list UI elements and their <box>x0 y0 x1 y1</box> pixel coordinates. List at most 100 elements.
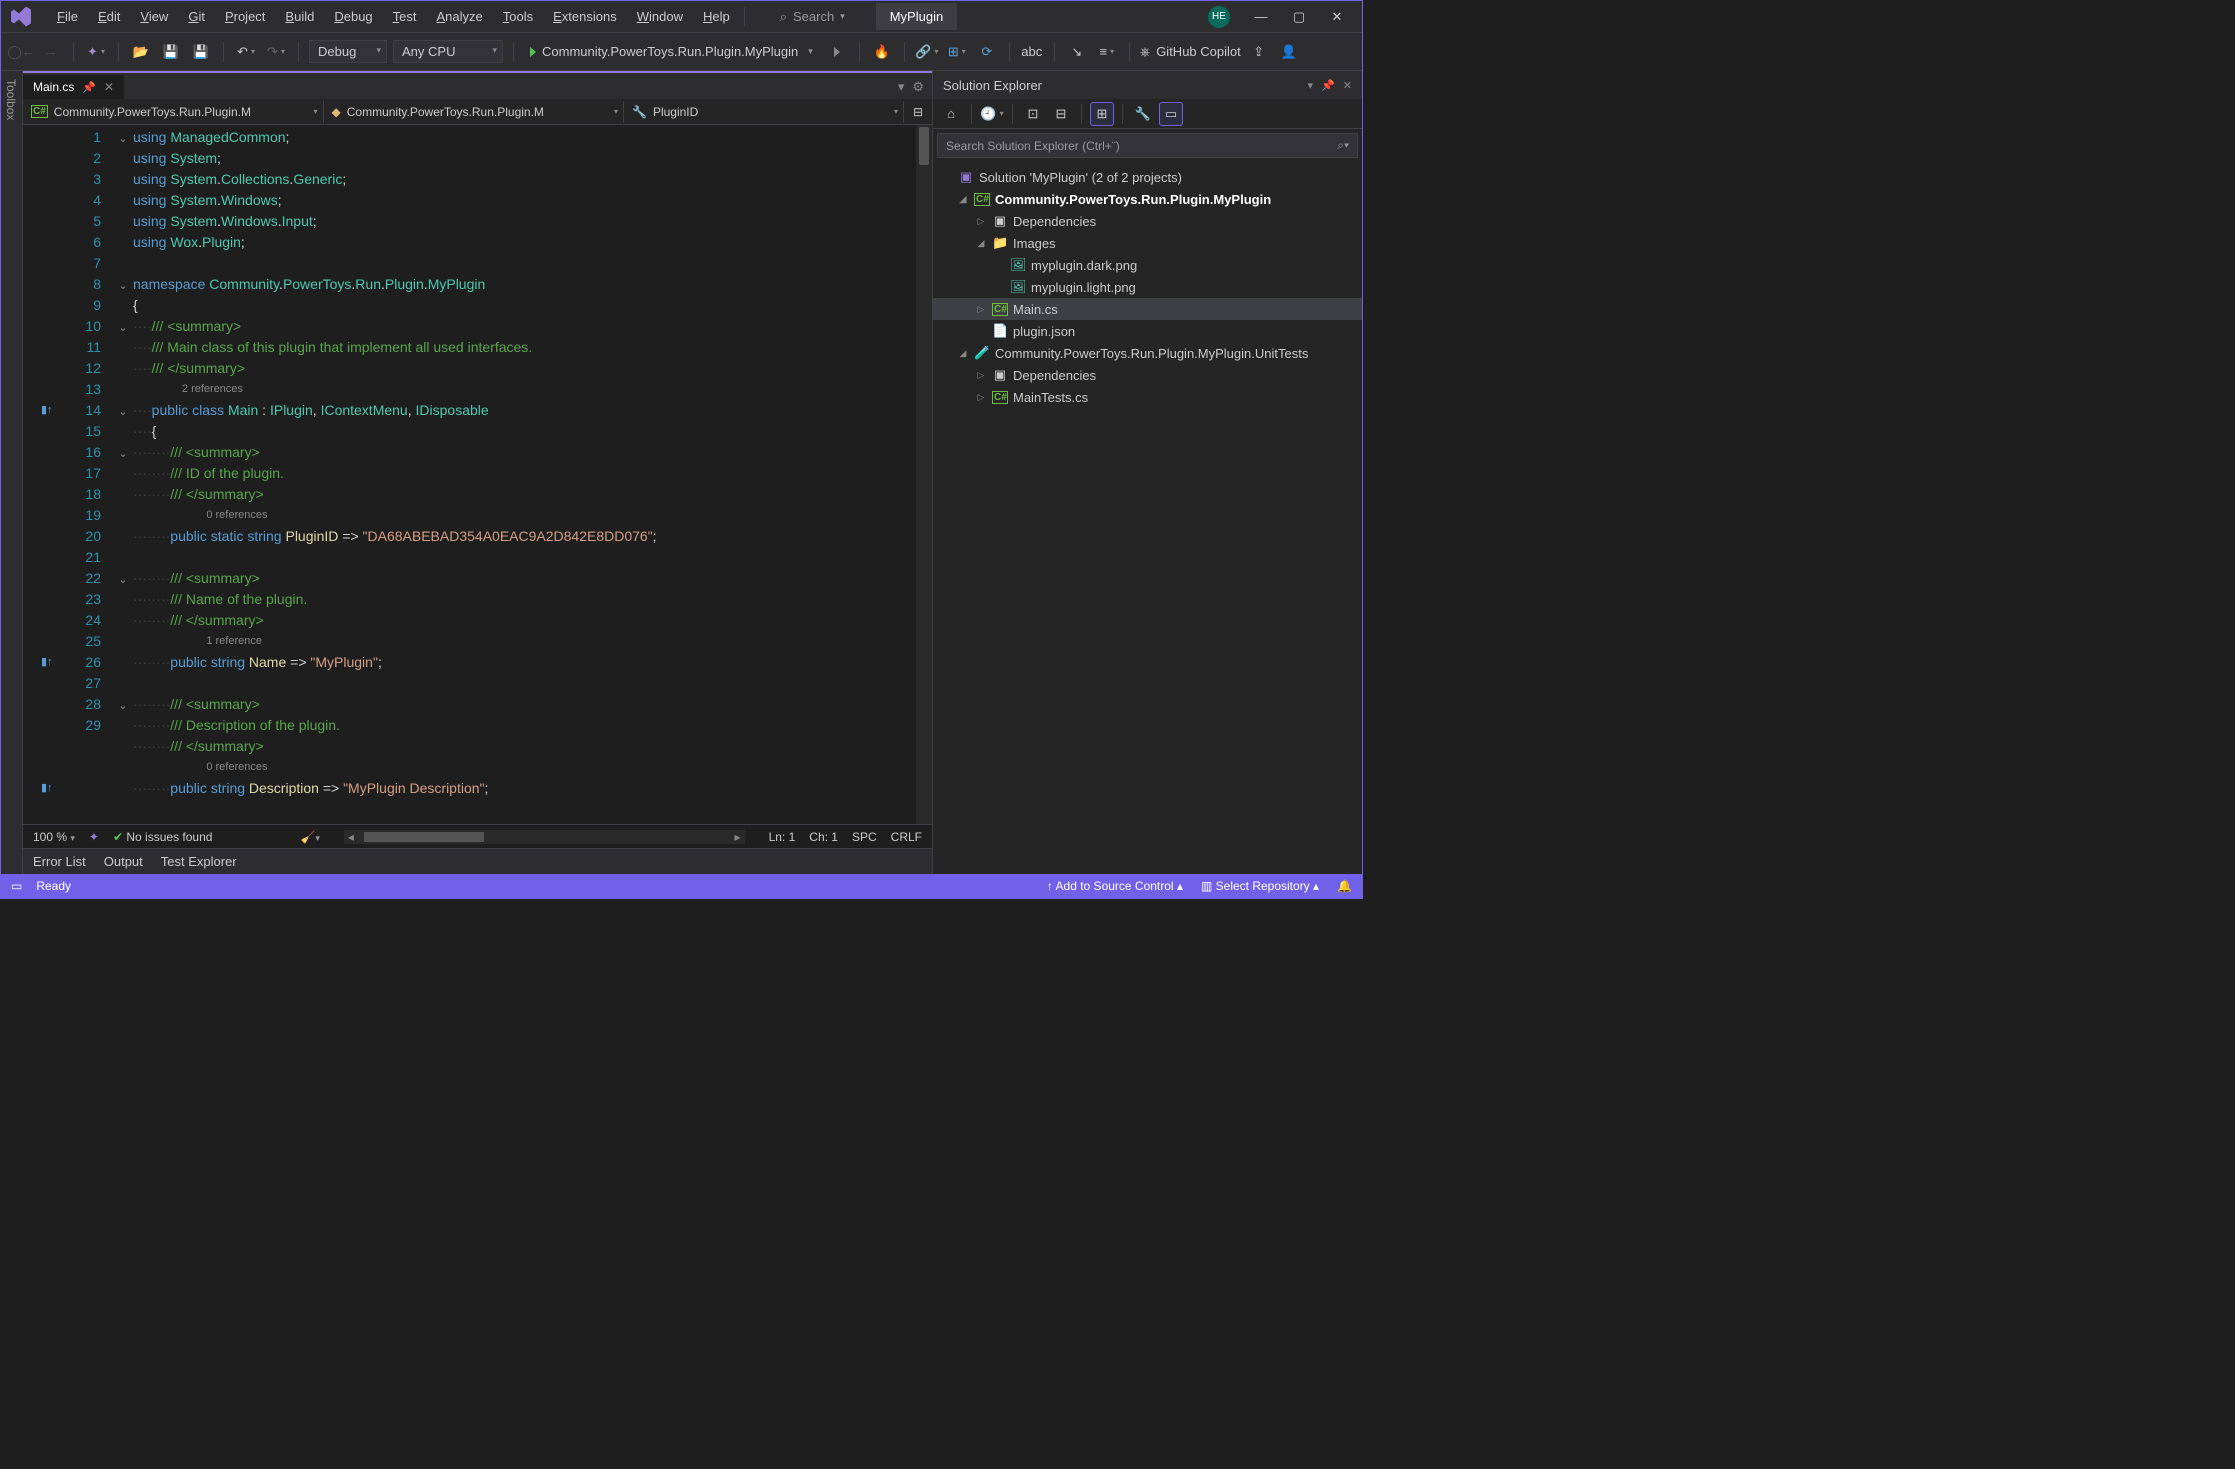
redo-button[interactable]: ↷ <box>264 40 288 64</box>
menu-file[interactable]: File <box>47 4 88 29</box>
vertical-scrollbar[interactable] <box>916 125 932 824</box>
image-light-node[interactable]: 🖼myplugin.light.png <box>933 276 1362 298</box>
collapse-icon[interactable]: ⊟ <box>1049 102 1073 126</box>
open-button[interactable]: 📂 <box>129 40 153 64</box>
hot-reload-button[interactable]: 🔥 <box>870 40 894 64</box>
bottom-tab-error-list[interactable]: Error List <box>33 854 86 869</box>
spelling-button[interactable]: abc <box>1020 40 1044 64</box>
menu-view[interactable]: View <box>130 4 178 29</box>
menu-build[interactable]: Build <box>275 4 324 29</box>
plugin-json-node[interactable]: 📄plugin.json <box>933 320 1362 342</box>
web-dev-button[interactable]: ⊞ <box>945 40 969 64</box>
new-item-button[interactable]: ✦ <box>84 40 108 64</box>
select-repo-button[interactable]: ▥ Select Repository ▴ <box>1201 879 1319 893</box>
nav-back-button[interactable]: ◯← <box>9 40 33 64</box>
images-folder-node[interactable]: ◢📁Images <box>933 232 1362 254</box>
menu-analyze[interactable]: Analyze <box>427 4 493 29</box>
intellicode-icon[interactable]: ✦ <box>89 830 99 844</box>
bottom-tab-test-explorer[interactable]: Test Explorer <box>161 854 237 869</box>
pane-dropdown-icon[interactable]: ▾ <box>1308 79 1314 92</box>
cursor-line: Ln: 1 <box>769 830 796 844</box>
menu-extensions[interactable]: Extensions <box>543 4 627 29</box>
code-navbar: C#Community.PowerToys.Run.Plugin.M ◆Comm… <box>23 99 932 125</box>
preview-icon[interactable]: ▭ <box>1159 102 1183 126</box>
zoom-dropdown[interactable]: 100 % ▾ <box>33 830 75 844</box>
image-dark-node[interactable]: 🖼myplugin.dark.png <box>933 254 1362 276</box>
tab-settings-icon[interactable]: ⚙ <box>912 79 924 95</box>
start-nodebug-button[interactable] <box>825 40 849 64</box>
project-node-2[interactable]: ◢🧪Community.PowerToys.Run.Plugin.MyPlugi… <box>933 342 1362 364</box>
bottom-tab-output[interactable]: Output <box>104 854 143 869</box>
nav-namespace-dropdown[interactable]: C#Community.PowerToys.Run.Plugin.M <box>23 101 324 123</box>
menu-debug[interactable]: Debug <box>324 4 382 29</box>
split-editor-icon[interactable]: ⊟ <box>904 100 932 124</box>
history-icon[interactable]: 🕘 <box>980 102 1004 126</box>
maintests-node[interactable]: ▷C#MainTests.cs <box>933 386 1362 408</box>
nav-forward-button[interactable]: → <box>39 40 63 64</box>
plugin-context-tab[interactable]: MyPlugin <box>876 3 957 30</box>
menu-window[interactable]: Window <box>627 4 693 29</box>
copilot-button[interactable]: ⎈GitHub Copilot <box>1140 44 1241 60</box>
menu-git[interactable]: Git <box>178 4 215 29</box>
config-dropdown[interactable]: Debug <box>309 40 387 63</box>
document-tab-main[interactable]: Main.cs 📌 ✕ <box>23 75 124 99</box>
close-tab-icon[interactable]: ✕ <box>104 80 114 94</box>
platform-dropdown[interactable]: Any CPU <box>393 40 503 63</box>
menu-tools[interactable]: Tools <box>493 4 543 29</box>
code-editor[interactable]: ▮↑▮↑▮↑ 123456789101112131415161718192021… <box>23 125 932 824</box>
browser-link-button[interactable]: 🔗 <box>915 40 939 64</box>
main-toolbar: ◯← → ✦ 📂 💾 💾 ↶ ↷ Debug Any CPU Community… <box>1 33 1362 71</box>
editor-statusbar: 100 % ▾ ✦ ✔ No issues found 🧹▾ ◂▸ Ln: 1 … <box>23 824 932 848</box>
menu-help[interactable]: Help <box>693 4 740 29</box>
menu-edit[interactable]: Edit <box>88 4 130 29</box>
solution-search-input[interactable]: Search Solution Explorer (Ctrl+¨) ⌕▾ <box>937 133 1358 158</box>
cleanup-icon[interactable]: 🧹▾ <box>300 830 319 844</box>
tool-button-3[interactable]: ≡ <box>1095 40 1119 64</box>
search-dropdown-icon[interactable]: ⌕▾ <box>1337 138 1349 153</box>
health-indicator[interactable]: ✔ No issues found <box>113 830 212 844</box>
close-button[interactable]: ✕ <box>1320 4 1354 30</box>
menu-project[interactable]: Project <box>215 4 275 29</box>
nav-class-dropdown[interactable]: ◆Community.PowerToys.Run.Plugin.M <box>324 101 625 123</box>
solution-explorer-title: Solution Explorer ▾ 📌 ✕ <box>933 71 1362 99</box>
window-statusbar: ▭ Ready ↑ Add to Source Control ▴ ▥ Sele… <box>1 874 1362 898</box>
nav-member-dropdown[interactable]: 🔧PluginID <box>624 101 904 123</box>
horizontal-scrollbar[interactable]: ◂▸ <box>344 830 745 844</box>
show-all-icon[interactable]: ⊞ <box>1090 102 1114 126</box>
solution-explorer-pane: Solution Explorer ▾ 📌 ✕ ⌂ 🕘 ⊡ ⊟ ⊞ 🔧 ▭ Se… <box>932 71 1362 874</box>
minimize-button[interactable]: — <box>1244 4 1278 30</box>
pane-pin-icon[interactable]: 📌 <box>1321 79 1335 92</box>
pane-close-icon[interactable]: ✕ <box>1343 79 1352 92</box>
status-ready: Ready <box>36 879 71 893</box>
dependencies-node[interactable]: ▷▣Dependencies <box>933 210 1362 232</box>
home-icon[interactable]: ⌂ <box>939 102 963 126</box>
copilot-icon: ⎈ <box>1140 44 1150 60</box>
menu-test[interactable]: Test <box>383 4 427 29</box>
tool-button-2[interactable]: ↘ <box>1065 40 1089 64</box>
global-search[interactable]: ⌕ Search ▾ <box>769 4 856 30</box>
sync-icon[interactable]: ⊡ <box>1021 102 1045 126</box>
tool-button-1[interactable]: ⟳ <box>975 40 999 64</box>
account-button[interactable]: 👤 <box>1277 40 1301 64</box>
add-source-control-button[interactable]: ↑ Add to Source Control ▴ <box>1047 879 1183 893</box>
dependencies-node-2[interactable]: ▷▣Dependencies <box>933 364 1362 386</box>
user-avatar[interactable]: HE <box>1208 6 1230 28</box>
solution-toolbar: ⌂ 🕘 ⊡ ⊟ ⊞ 🔧 ▭ <box>933 99 1362 129</box>
project-node-1[interactable]: ◢C#Community.PowerToys.Run.Plugin.MyPlug… <box>933 188 1362 210</box>
indent-mode[interactable]: SPC <box>852 830 877 844</box>
toolbox-tab[interactable]: Toolbox <box>1 71 23 874</box>
start-debug-button[interactable]: Community.PowerToys.Run.Plugin.MyPlugin▾ <box>524 41 819 62</box>
share-button[interactable]: ⇪ <box>1247 40 1271 64</box>
solution-node[interactable]: ▣Solution 'MyPlugin' (2 of 2 projects) <box>933 166 1362 188</box>
output-icon[interactable]: ▭ <box>11 879 22 893</box>
save-button[interactable]: 💾 <box>159 40 183 64</box>
tab-overflow-icon[interactable]: ▾ <box>898 79 905 95</box>
properties-icon[interactable]: 🔧 <box>1131 102 1155 126</box>
save-all-button[interactable]: 💾 <box>189 40 213 64</box>
notifications-icon[interactable]: 🔔 <box>1337 879 1352 893</box>
main-cs-node[interactable]: ▷C#Main.cs <box>933 298 1362 320</box>
undo-button[interactable]: ↶ <box>234 40 258 64</box>
pin-icon[interactable]: 📌 <box>82 81 96 94</box>
line-ending[interactable]: CRLF <box>891 830 922 844</box>
maximize-button[interactable]: ▢ <box>1282 4 1316 30</box>
